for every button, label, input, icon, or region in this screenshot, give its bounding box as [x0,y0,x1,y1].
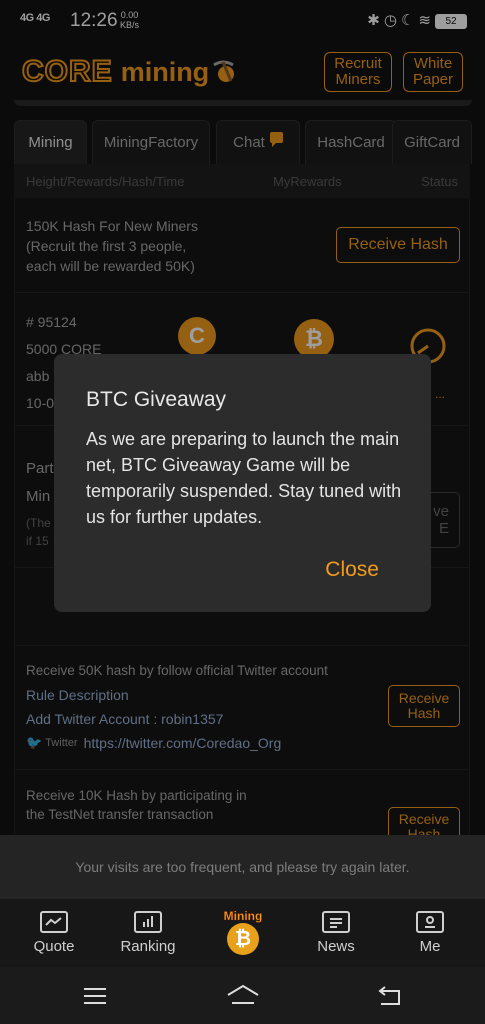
home-icon[interactable] [226,983,260,1007]
nav-quote[interactable]: Quote [14,899,94,967]
system-nav-bar [0,967,485,1024]
nav-news[interactable]: News [296,899,376,967]
nav-mining[interactable]: Mining ₿ [203,899,283,967]
chart-line-icon [40,911,68,933]
dialog-title: BTC Giveaway [86,388,227,411]
close-button[interactable]: Close [325,558,379,582]
rate-limit-toast: Your visits are too frequent, and please… [0,835,485,899]
news-icon [322,911,350,933]
menu-icon[interactable] [83,987,107,1005]
dialog-message: As we are preparing to launch the main n… [86,429,402,527]
nav-ranking[interactable]: Ranking [108,899,188,967]
user-card-icon [416,911,444,933]
bottom-nav: Quote Ranking Mining ₿ News Me [0,899,485,967]
back-icon[interactable] [377,985,403,1007]
nav-me[interactable]: Me [390,899,470,967]
btc-giveaway-dialog: BTC Giveaway As we are preparing to laun… [54,354,431,612]
bar-chart-icon [134,911,162,933]
bitcoin-mining-icon: ₿ [227,923,259,955]
